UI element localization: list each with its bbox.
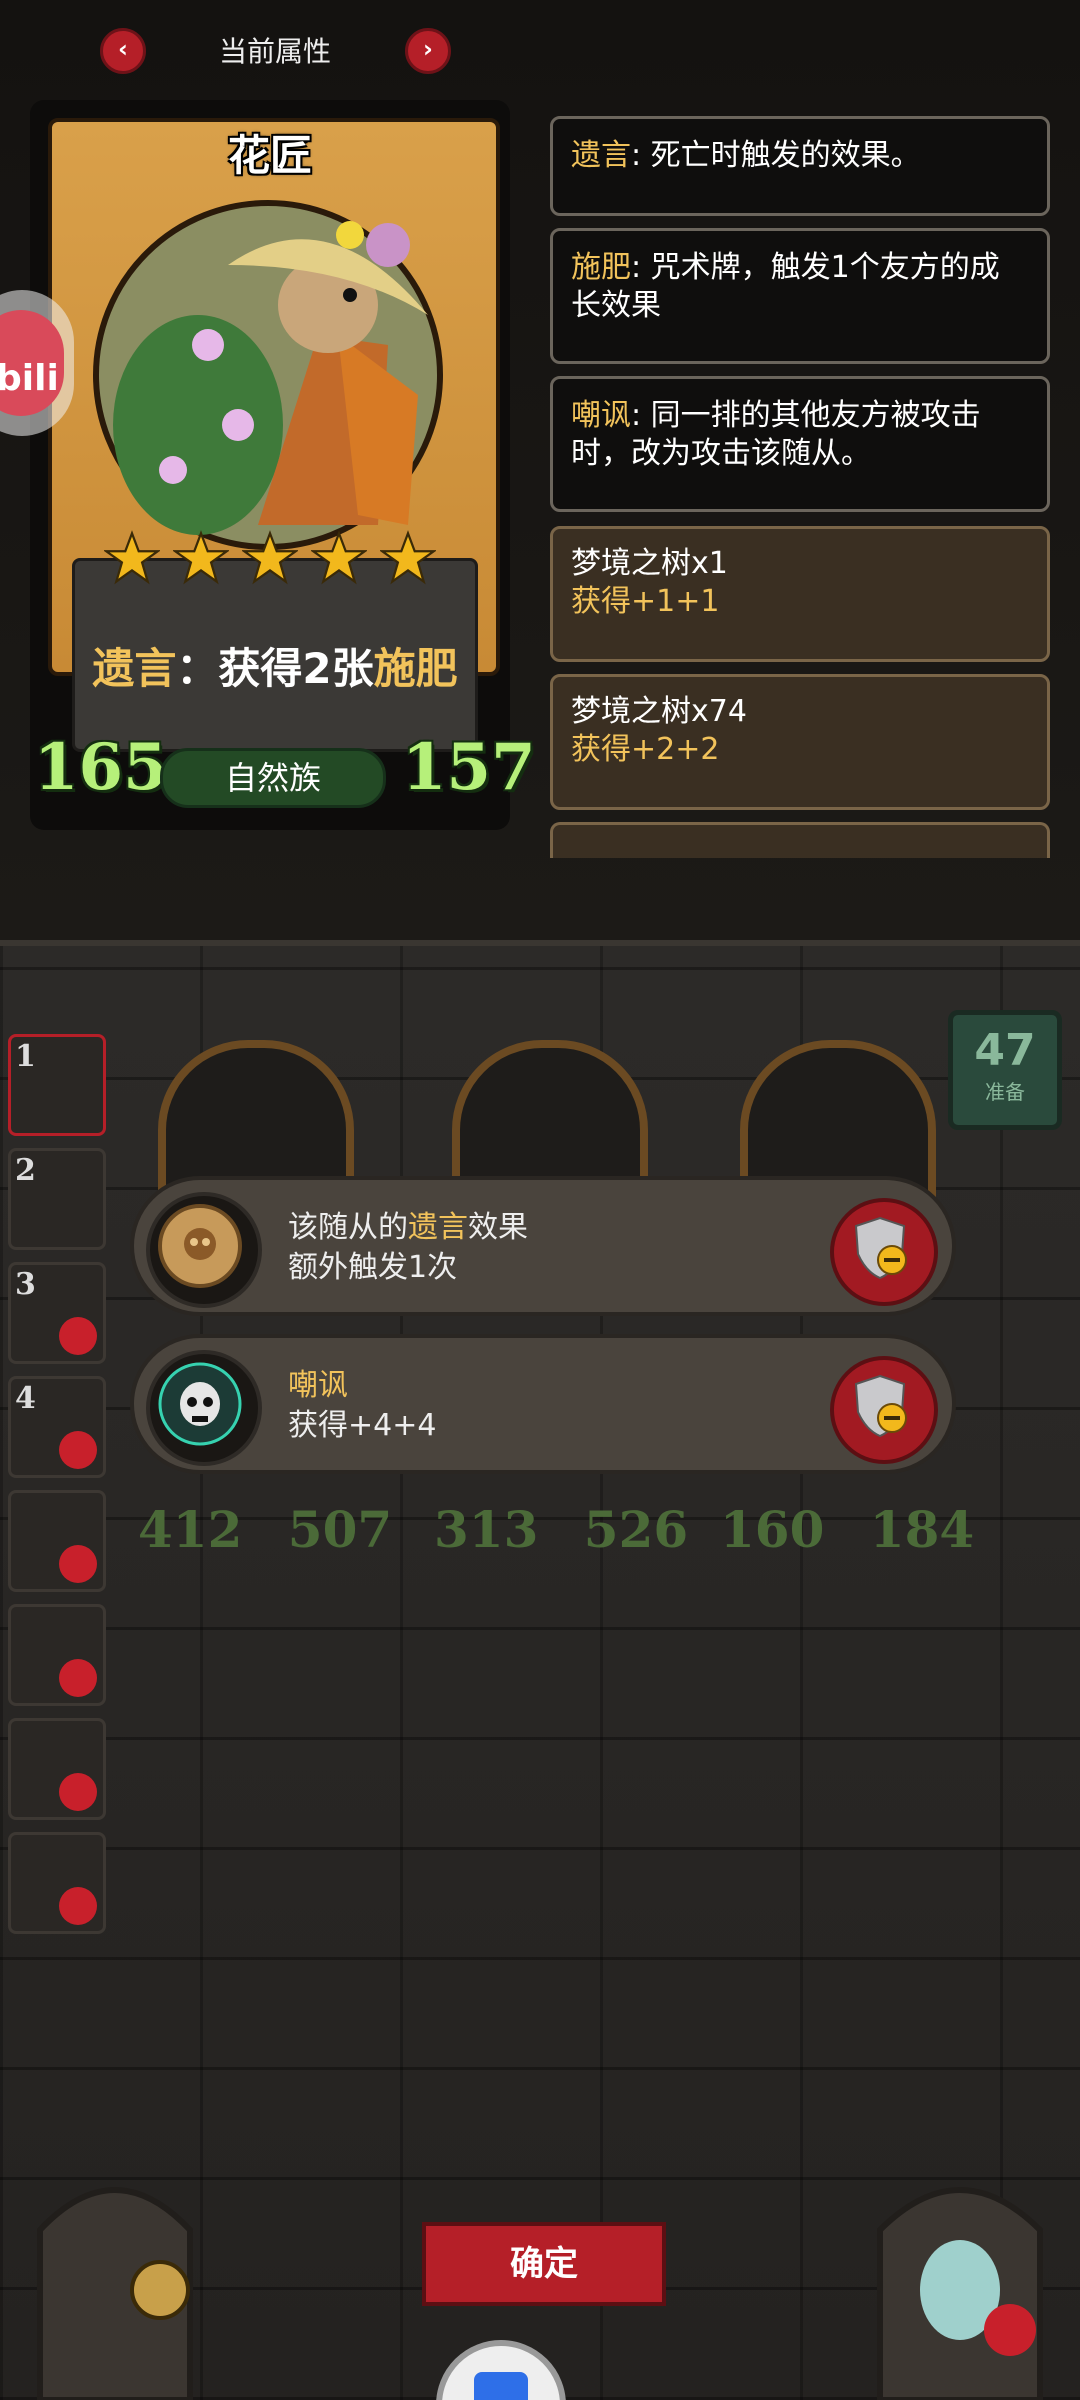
- keyword-name: 遗言: [571, 138, 631, 173]
- minion-health: 526: [583, 1500, 689, 1559]
- ability-keyword-fertilize: 施肥: [373, 644, 458, 693]
- minion-health: 507: [287, 1500, 393, 1559]
- hero-portrait[interactable]: [860, 2140, 1060, 2400]
- card-ability-text: 遗言：获得2张施肥: [75, 635, 475, 696]
- app-icon: [474, 2372, 528, 2400]
- effect-line2: 额外触发1次: [288, 1250, 458, 1285]
- keyword-name: 施肥: [571, 250, 631, 285]
- sidebar-slot[interactable]: 1: [8, 1034, 106, 1136]
- sidebar-slot[interactable]: 4: [8, 1376, 106, 1478]
- ready-counter: 47 准备: [948, 1010, 1062, 1130]
- attack-stat: 165: [34, 730, 168, 805]
- keyword-desc: : 咒术牌，触发1个友方的成长效果: [571, 250, 1000, 323]
- attribute-header: ‹ 当前属性 ›: [100, 22, 460, 78]
- chevron-left-icon: ‹: [118, 35, 128, 63]
- sidebar-slot[interactable]: [8, 1490, 106, 1592]
- health-stat: 157: [402, 730, 536, 805]
- taunt-skull-icon: [146, 1350, 262, 1466]
- effect-text-post: 效果: [468, 1210, 528, 1245]
- star-rating: [30, 530, 510, 590]
- skull-icon: [59, 1887, 97, 1925]
- sidebar-slot[interactable]: [8, 1718, 106, 1820]
- star-icon: [242, 530, 298, 585]
- keyword-name: 嘲讽: [571, 398, 631, 433]
- counter-value: 47: [974, 1025, 1036, 1076]
- shield-minus-icon: [854, 1216, 907, 1280]
- effect-text-pre: 该随从的: [288, 1210, 408, 1245]
- remove-effect-button[interactable]: [830, 1198, 938, 1306]
- shield-minus-icon: [854, 1374, 907, 1438]
- star-icon: [380, 530, 437, 585]
- minion-card: 花匠 遗言：获得2张施肥 165 自然族 157: [30, 100, 536, 830]
- minion-attack: 412: [138, 1500, 243, 1559]
- sidebar-slot[interactable]: 2: [8, 1148, 106, 1250]
- ability-separator: ：: [176, 644, 219, 693]
- deathrattle-coin-icon: [146, 1192, 262, 1308]
- buff-source: 梦境之树x74: [571, 694, 747, 729]
- slot-number: 3: [15, 1267, 36, 1302]
- card-name: 花匠: [227, 131, 312, 180]
- skull-icon: [59, 1659, 97, 1697]
- sidebar-slot[interactable]: [8, 1832, 106, 1934]
- effect-line2: 获得+4+4: [288, 1408, 437, 1443]
- counter-label: 准备: [985, 1080, 1025, 1104]
- minion-health: 184: [869, 1500, 975, 1559]
- effect-description: 该随从的遗言效果 额外触发1次: [288, 1208, 528, 1288]
- buff-gain: 获得+1+1: [571, 584, 720, 619]
- confirm-button[interactable]: 确定: [422, 2222, 666, 2306]
- skull-coin-icon: [158, 1204, 242, 1288]
- buff-entry: 梦境之树x1 获得+1+1: [550, 526, 1050, 662]
- skull-icon: [59, 1545, 97, 1583]
- minion-stats: 313 526: [434, 1500, 688, 1559]
- keyword-panel-fertilize: 施肥: 咒术牌，触发1个友方的成长效果: [550, 228, 1050, 364]
- buff-entry-partial: [550, 822, 1050, 858]
- slot-number: 4: [15, 1381, 36, 1416]
- keyword-panel-taunt: 嘲讽: 同一排的其他友方被攻击时，改为攻击该随从。: [550, 376, 1050, 512]
- keyword-desc: : 同一排的其他友方被攻击时，改为攻击该随从。: [571, 398, 981, 471]
- sidebar-slot[interactable]: 3: [8, 1262, 106, 1364]
- prev-card-button[interactable]: ‹: [100, 28, 146, 74]
- effect-keyword: 遗言: [408, 1210, 468, 1245]
- remove-effect-button[interactable]: [830, 1356, 938, 1464]
- chevron-right-icon: ›: [423, 35, 433, 63]
- bilibili-icon: bili: [0, 310, 64, 416]
- effect-row-deathrattle: 该随从的遗言效果 额外触发1次: [130, 1176, 956, 1316]
- green-skull-icon: [158, 1362, 242, 1446]
- minion-attack: 160: [720, 1500, 825, 1559]
- skull-icon: [59, 1773, 97, 1811]
- minion-attack: 313: [434, 1500, 539, 1559]
- bottom-floating-button[interactable]: [436, 2340, 566, 2400]
- ability-keyword-deathrattle: 遗言: [92, 644, 177, 693]
- star-icon: [103, 530, 160, 585]
- buff-entry: 梦境之树x74 获得+2+2: [550, 674, 1050, 810]
- floating-overlay-button[interactable]: bili: [0, 290, 74, 436]
- minion-portrait: [93, 200, 443, 550]
- slot-number: 1: [15, 1039, 36, 1074]
- buff-gain: 获得+2+2: [571, 732, 720, 767]
- tribe-label: 自然族: [160, 748, 386, 808]
- buff-source: 梦境之树x1: [571, 546, 728, 581]
- ability-body: 获得2张: [218, 644, 374, 693]
- next-card-button[interactable]: ›: [405, 28, 451, 74]
- game-screen: ‹ 当前属性 › 花匠 遗言：获得2张施肥 165 自然族 157 遗言: 死亡…: [0, 0, 1080, 2400]
- effect-keyword: 嘲讽: [288, 1368, 348, 1403]
- sidebar-slot[interactable]: [8, 1604, 106, 1706]
- header-title: 当前属性: [218, 35, 331, 68]
- star-icon: [172, 530, 229, 585]
- attribute-panel: ‹ 当前属性 › 花匠 遗言：获得2张施肥 165 自然族 157 遗言: 死亡…: [0, 0, 1080, 946]
- minion-stats: 412 507: [138, 1500, 392, 1559]
- effect-row-taunt: 嘲讽 获得+4+4: [130, 1334, 956, 1474]
- bilibili-label: bili: [0, 358, 59, 399]
- skull-icon: [59, 1431, 97, 1469]
- gate-icon: [37, 2187, 193, 2400]
- skull-icon: [59, 1317, 97, 1355]
- keyword-desc: : 死亡时触发的效果。: [631, 138, 921, 173]
- star-icon: [311, 530, 368, 585]
- effect-description: 嘲讽 获得+4+4: [288, 1366, 436, 1446]
- slot-number: 2: [15, 1153, 36, 1188]
- keyword-panel-deathrattle: 遗言: 死亡时触发的效果。: [550, 116, 1050, 216]
- minion-stats: 160 184: [720, 1500, 974, 1559]
